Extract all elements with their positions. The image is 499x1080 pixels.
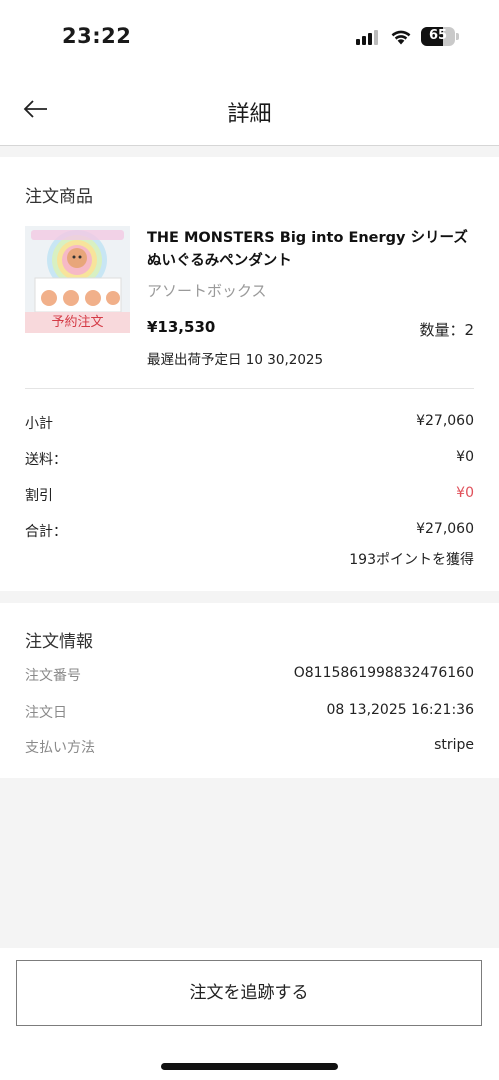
battery-icon: 65 <box>421 27 455 46</box>
total-value: ¥27,060 <box>416 521 474 537</box>
bottom-action-bar: 注文を追跡する <box>0 948 499 1080</box>
product-price: ¥13,530 <box>147 318 216 336</box>
product-name[interactable]: THE MONSTERS Big into Energy シリーズぬいぐるみペン… <box>147 227 482 273</box>
order-number-value[interactable]: O8115861998832476160 <box>294 665 474 681</box>
section-title-order-items: 注文商品 <box>25 187 93 207</box>
subtotal-label: 小計 <box>25 416 53 432</box>
shipping-value: ¥0 <box>456 449 474 465</box>
battery-tip <box>456 33 459 40</box>
order-date-label: 注文日 <box>25 705 67 721</box>
subtotal-value: ¥27,060 <box>416 413 474 429</box>
home-indicator <box>161 1063 338 1070</box>
payment-method-row: 支払い方法 stripe <box>25 737 474 759</box>
order-info-section: 注文情報 注文番号 O8115861998832476160 注文日 08 13… <box>0 603 499 778</box>
battery-percentage: 65 <box>428 28 448 43</box>
status-time: 23:22 <box>62 24 132 48</box>
subtotal-row: 小計 ¥27,060 <box>25 413 474 435</box>
order-items-section: 注文商品 予約注文 THE MONSTERS Big into Energy シ <box>0 157 499 591</box>
shipping-label: 送料： <box>25 452 67 468</box>
payment-method-label: 支払い方法 <box>25 740 95 756</box>
payment-method-value: stripe <box>434 737 474 753</box>
discount-label: 割引 <box>25 488 53 504</box>
discount-row: 割引 ¥0 <box>25 485 474 507</box>
order-detail-screen: 23:22 65 詳細 注文商品 予約注文 THE MONSTERS Big i… <box>0 0 499 1080</box>
track-order-button[interactable]: 注文を追跡する <box>16 960 482 1026</box>
product-quantity: 数量：2 <box>419 321 474 339</box>
product-variant: アソートボックス <box>147 282 267 300</box>
total-label: 合計： <box>25 524 67 540</box>
shipping-row: 送料： ¥0 <box>25 449 474 471</box>
section-title-order-info: 注文情報 <box>25 632 93 652</box>
points-earned: 193ポイントを獲得 <box>349 552 474 568</box>
page-title: 詳細 <box>227 102 272 127</box>
order-number-label: 注文番号 <box>25 668 81 684</box>
wifi-icon <box>391 30 411 45</box>
order-number-row: 注文番号 O8115861998832476160 <box>25 665 474 687</box>
order-date-row: 注文日 08 13,2025 16:21:36 <box>25 702 474 724</box>
order-date-value: 08 13,2025 16:21:36 <box>326 702 475 718</box>
discount-value: ¥0 <box>456 485 474 501</box>
nav-bar: 詳細 <box>0 72 499 146</box>
status-bar: 23:22 65 <box>0 0 499 72</box>
total-row: 合計： ¥27,060 <box>25 521 474 543</box>
divider <box>25 388 474 389</box>
preorder-badge: 予約注文 <box>25 312 130 333</box>
cellular-signal-icon <box>356 30 378 45</box>
latest-ship-date: 最遅出荷予定日 10 30,2025 <box>147 352 324 368</box>
